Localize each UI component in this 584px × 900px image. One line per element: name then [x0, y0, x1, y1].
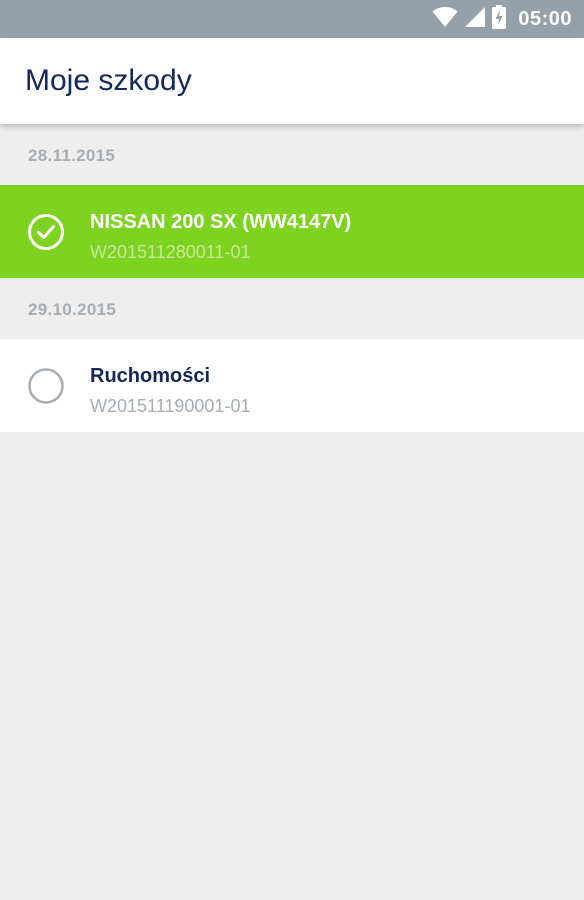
date-header-label: 28.11.2015 — [28, 146, 116, 165]
battery-charging-icon — [492, 4, 507, 34]
page-title: Moje szkody — [25, 64, 192, 97]
status-bar: 05:00 — [0, 0, 584, 38]
claim-number: W201511190001-01 — [90, 396, 251, 416]
check-circle-icon[interactable] — [27, 213, 65, 251]
signal-icon — [464, 6, 486, 33]
date-header: 29.10.2015 — [0, 278, 584, 338]
claim-name: Ruchomości — [90, 365, 211, 387]
claim-item-ruchomosci[interactable]: Ruchomości W201511190001-01 — [0, 339, 584, 432]
radio-circle-icon[interactable] — [27, 367, 65, 405]
wifi-icon — [432, 6, 458, 33]
status-icons: 05:00 — [432, 0, 572, 38]
claim-name: NISSAN 200 SX (WW4147V) — [90, 211, 352, 233]
claim-number: W201511280011-01 — [90, 242, 251, 262]
claim-item-nissan[interactable]: NISSAN 200 SX (WW4147V) W201511280011-01 — [0, 185, 584, 278]
status-time: 05:00 — [518, 7, 572, 30]
app-bar: Moje szkody — [0, 38, 584, 124]
date-header: 28.11.2015 — [0, 124, 584, 184]
date-header-label: 29.10.2015 — [28, 300, 117, 319]
